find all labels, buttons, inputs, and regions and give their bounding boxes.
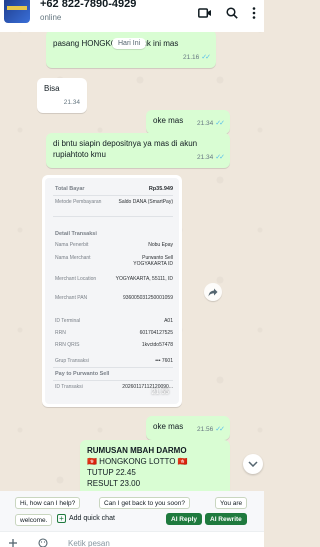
message-line: 🇭🇰 HONGKONG LOTTO 🇭🇰: [87, 457, 188, 466]
emoji-icon[interactable]: [38, 538, 48, 547]
receipt-row-value: 936005031250001059: [122, 295, 173, 301]
message-time: 21.34: [196, 154, 214, 161]
message-bubble-outgoing[interactable]: oke mas 21.34 ✓✓: [146, 110, 230, 134]
date-separator: Hari Ini: [112, 38, 147, 49]
plus-icon: +: [57, 514, 66, 523]
receipt-row-value: ••• 7601: [155, 358, 173, 364]
receipt-row-label: Nama Merchant: [55, 255, 91, 261]
message-bubble-outgoing[interactable]: oke mas 21.56 ✓✓: [146, 416, 230, 440]
message-text: oke mas: [153, 422, 184, 431]
message-input[interactable]: Ketik pesan: [68, 539, 110, 547]
plus-icon[interactable]: [8, 538, 18, 547]
message-line: TUTUP 22.45: [87, 468, 136, 477]
receipt-row-label: Merchant Location: [55, 276, 97, 282]
message-time: 21.16: [182, 54, 200, 61]
forward-button[interactable]: [204, 283, 222, 301]
message-text: Bisa: [44, 84, 60, 93]
message-bubble-outgoing[interactable]: pasang HONGKONG untuk ini mas 21.16✓✓: [46, 30, 216, 68]
message-meta: 21.56 ✓✓: [196, 424, 225, 435]
read-ticks-icon: ✓✓: [215, 426, 225, 433]
receipt-row-label: Merchant PAN: [55, 295, 88, 301]
receipt-section-title: Detail Transaksi: [55, 231, 97, 237]
image-message[interactable]: Total Bayar Rp35.949 Metode Pembayaran Sal…: [42, 175, 182, 407]
message-text: di bntu siapin depositnya ya mas di akun…: [53, 139, 198, 159]
contact-info[interactable]: +62 822-7890-4929 online: [40, 0, 136, 22]
ai-reply-button[interactable]: AI Reply: [166, 513, 203, 525]
add-quick-chat-button[interactable]: + Add quick chat: [57, 514, 115, 523]
quick-reply-chip[interactable]: Hi, how can I help?: [15, 497, 81, 509]
receipt-row-label: RRN QRIS: [55, 342, 80, 348]
receipt-row-value: Purwanto Sell YOGYAKARTA ID: [133, 255, 173, 267]
image-time: 21.55: [151, 389, 169, 396]
more-options-icon[interactable]: [252, 7, 256, 19]
receipt-row-value: A01: [164, 318, 173, 324]
message-bubble-outgoing[interactable]: RUMUSAN MBAH DARMO 🇭🇰 HONGKONG LOTTO 🇭🇰 …: [80, 440, 230, 496]
receipt-total-value: Rp35.949: [148, 186, 173, 192]
receipt-total-label: Total Bayar: [55, 186, 85, 192]
quick-reply-chip[interactable]: Can I get back to you soon?: [99, 497, 190, 509]
message-input-bar: Ketik pesan: [0, 531, 264, 547]
quick-reply-chip[interactable]: You are: [215, 497, 248, 509]
message-time: 21.34: [196, 120, 214, 127]
quick-reply-chip[interactable]: welcome.: [15, 514, 53, 526]
message-meta: 21.34 ✓✓: [196, 118, 225, 129]
receipt-row-label: ID Terminal: [55, 318, 81, 324]
read-ticks-icon: ✓✓: [201, 54, 211, 61]
receipt-row-value: Nobu Epay: [148, 242, 173, 248]
message-bubble-incoming[interactable]: Bisa 21.34: [37, 78, 87, 113]
chat-header: +62 822-7890-4929 online: [0, 0, 264, 32]
message-text: oke mas: [153, 116, 184, 125]
ai-rewrite-button[interactable]: AI Rewrite: [205, 513, 247, 525]
message-time: 21.34: [63, 99, 80, 106]
read-ticks-icon: ✓✓: [215, 120, 225, 127]
message-line: RESULT 23.00: [87, 479, 141, 488]
message-time: 21.56: [196, 426, 214, 433]
chevron-down-icon: [248, 461, 258, 467]
receipt-row-value: 601704127525: [139, 330, 173, 336]
message-bubble-outgoing[interactable]: di bntu siapin depositnya ya mas di akun…: [46, 133, 230, 168]
receipt-image: Total Bayar Rp35.949 Metode Pembayaran Sal…: [45, 178, 179, 404]
receipt-pay-to: Pay to Purwanto Sell: [55, 371, 110, 377]
receipt-row-label: Nama Penerbit: [55, 242, 89, 248]
contact-status: online: [40, 13, 62, 22]
read-ticks-icon: ✓✓: [215, 154, 225, 161]
receipt-row-value: YOGYAKARTA, 55111, ID: [115, 276, 173, 282]
message-title: RUMUSAN MBAH DARMO: [87, 446, 187, 455]
scroll-down-button[interactable]: [243, 454, 263, 474]
receipt-id-label: ID Transaksi: [55, 384, 83, 390]
message-meta: 21.16 ✓✓: [182, 52, 211, 63]
message-meta: 21.34 ✓✓: [196, 152, 225, 163]
receipt-method-label: Metode Pembayaran: [55, 199, 102, 205]
avatar[interactable]: [4, 0, 30, 23]
receipt-row-label: RRN: [55, 330, 66, 336]
forward-icon: [208, 288, 218, 296]
search-icon[interactable]: [226, 7, 238, 19]
contact-name: +62 822-7890-4929: [40, 0, 137, 10]
video-call-icon[interactable]: [198, 7, 212, 19]
message-meta: 21.34: [64, 97, 80, 108]
receipt-row-value: 1kvctdo57478: [141, 342, 173, 348]
receipt-method-value: Saldo DANA (SmartPay): [118, 199, 173, 205]
receipt-row-label: Grup Transaksi: [55, 358, 89, 364]
quick-reply-panel: Hi, how can I help? Can I get back to yo…: [0, 491, 264, 531]
add-quick-chat-label: Add quick chat: [69, 515, 115, 522]
